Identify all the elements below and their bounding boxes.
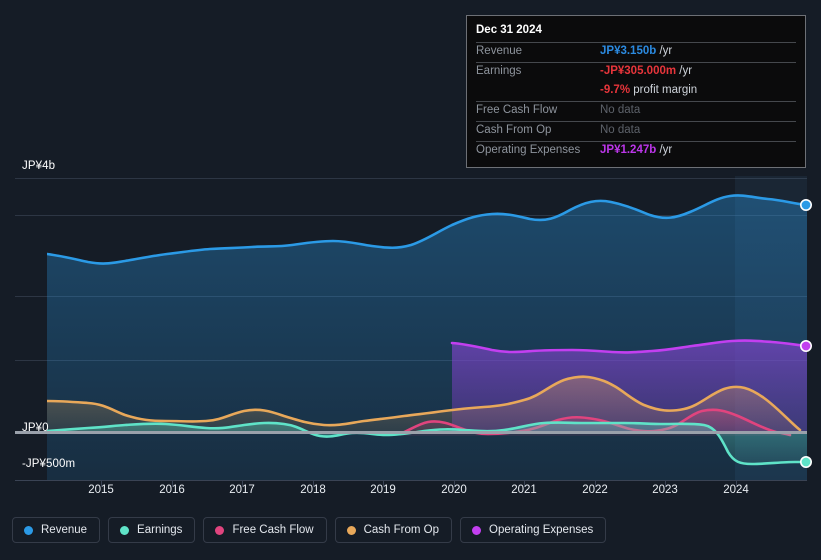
x-tick-label-2020: 2020 <box>441 484 467 496</box>
tooltip-value-cash-from-op: No data <box>600 124 641 136</box>
x-tick-label-2023: 2023 <box>652 484 678 496</box>
hover-tooltip: Dec 31 2024 Revenue JP¥3.150b /yr Earnin… <box>466 15 806 168</box>
tooltip-label-cash-from-op: Cash From Op <box>476 124 552 136</box>
tooltip-label-revenue: Revenue <box>476 45 523 57</box>
revenue-end-marker <box>799 199 812 212</box>
x-tick-label-2024: 2024 <box>723 484 749 496</box>
tooltip-row-profit-margin: -9.7% profit margin <box>476 82 796 101</box>
tooltip-date: Dec 31 2024 <box>476 24 542 36</box>
operating-expenses-end-marker <box>799 339 812 352</box>
y-tick-label-4b: JP¥4b <box>22 160 56 172</box>
legend-item-operating-expenses[interactable]: Operating Expenses <box>460 517 607 543</box>
tooltip-row-free-cash-flow: Free Cash Flow No data <box>476 101 796 121</box>
tooltip-unit-earnings: /yr <box>679 65 693 77</box>
legend-label-free-cash-flow: Free Cash Flow <box>232 524 314 536</box>
legend-item-cash-from-op[interactable]: Cash From Op <box>334 517 453 543</box>
cash-from-op-color-dot <box>346 525 356 535</box>
legend-label-revenue: Revenue <box>41 524 88 536</box>
revenue-color-dot <box>24 525 33 535</box>
financial-area-chart: JP¥4b JP¥0 -JP¥500m 2015 2016 2017 2018 … <box>0 0 821 560</box>
tooltip-value-profit-margin: -9.7% profit margin <box>600 84 697 96</box>
y-tick-label-neg500m: -JP¥500m <box>22 458 76 470</box>
legend-label-operating-expenses: Operating Expenses <box>489 524 594 536</box>
tooltip-amount-operating-expenses: JP¥1.247b <box>600 144 657 156</box>
earnings-color-dot <box>120 525 130 535</box>
tooltip-row-revenue: Revenue JP¥3.150b /yr <box>476 42 796 62</box>
legend-label-cash-from-op: Cash From Op <box>363 524 440 536</box>
tooltip-amount-earnings: -JP¥305.000m <box>600 65 677 77</box>
x-tick-label-2015: 2015 <box>88 484 114 496</box>
tooltip-row-cash-from-op: Cash From Op No data <box>476 121 796 141</box>
y-tick-label-zero: JP¥0 <box>22 422 49 434</box>
tooltip-row-operating-expenses: Operating Expenses JP¥1.247b /yr <box>476 141 796 161</box>
legend-label-earnings: Earnings <box>137 524 183 536</box>
legend-item-free-cash-flow[interactable]: Free Cash Flow <box>203 517 327 543</box>
chart-legend: Revenue Earnings Free Cash Flow Cash Fro… <box>12 517 607 543</box>
legend-item-earnings[interactable]: Earnings <box>108 517 196 543</box>
x-tick-label-2021: 2021 <box>511 484 537 496</box>
x-tick-label-2022: 2022 <box>582 484 608 496</box>
tooltip-amount-revenue: JP¥3.150b <box>600 45 657 57</box>
tooltip-label-free-cash-flow: Free Cash Flow <box>476 104 558 116</box>
operating-expenses-color-dot <box>472 525 482 535</box>
tooltip-value-free-cash-flow: No data <box>600 104 641 116</box>
tooltip-unit-profit-margin: profit margin <box>633 84 698 96</box>
tooltip-unit-operating-expenses: /yr <box>659 144 673 156</box>
tooltip-unit-revenue: /yr <box>659 45 673 57</box>
x-tick-label-2017: 2017 <box>229 484 255 496</box>
tooltip-amount-profit-margin: -9.7% <box>600 84 631 96</box>
x-tick-label-2019: 2019 <box>370 484 396 496</box>
tooltip-value-earnings: -JP¥305.000m /yr <box>600 65 692 77</box>
tooltip-value-operating-expenses: JP¥1.247b /yr <box>600 144 672 156</box>
earnings-end-marker <box>799 455 812 468</box>
tooltip-row-earnings: Earnings -JP¥305.000m /yr <box>476 62 796 82</box>
tooltip-value-revenue: JP¥3.150b /yr <box>600 45 672 57</box>
tooltip-label-operating-expenses: Operating Expenses <box>476 144 581 156</box>
legend-item-revenue[interactable]: Revenue <box>12 517 101 543</box>
free-cash-flow-color-dot <box>215 525 225 535</box>
tooltip-label-earnings: Earnings <box>476 65 522 77</box>
x-axis-ticks <box>101 480 737 487</box>
x-tick-label-2016: 2016 <box>159 484 185 496</box>
x-tick-label-2018: 2018 <box>300 484 326 496</box>
